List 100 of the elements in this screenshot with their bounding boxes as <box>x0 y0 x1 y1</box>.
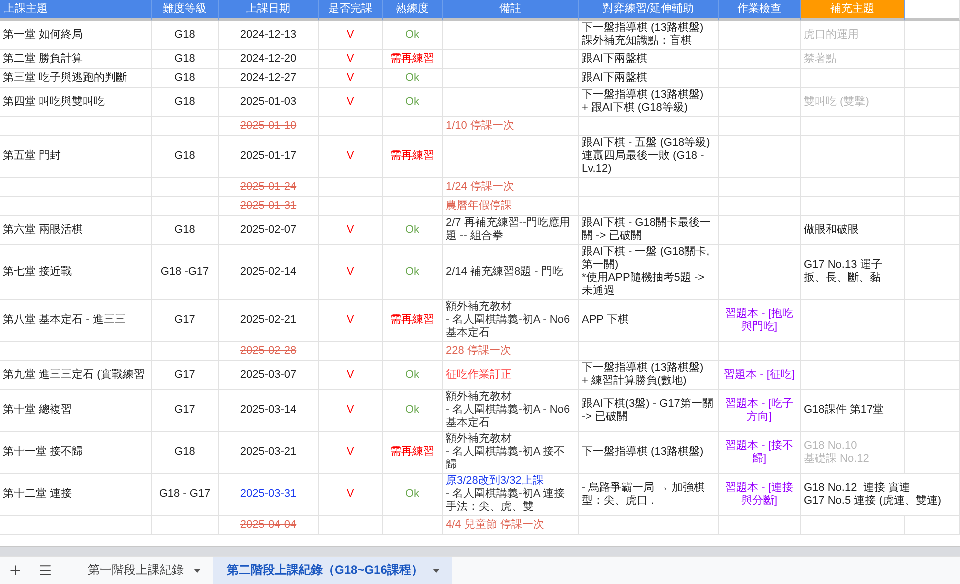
table-cell: 習題本 - [吃子方向] <box>719 390 801 432</box>
table-cell: Ok <box>383 216 443 245</box>
table-cell: 2024-12-20 <box>219 50 319 69</box>
table-cell: 2025-03-31 <box>219 474 319 516</box>
column-header: 對弈練習/延伸輔助 <box>579 0 719 21</box>
empty-cell <box>905 21 960 50</box>
empty-cell <box>905 432 960 474</box>
table-cell: 1/10 停課一次 <box>443 117 579 136</box>
table-cell: 第三堂 吃子與逃跑的判斷 <box>0 69 152 88</box>
table-cell: 雙叫吃 (雙擊) <box>801 88 905 117</box>
table-cell: 2024-12-13 <box>219 21 319 50</box>
table-cell: 第十二堂 連接 <box>0 474 152 516</box>
table-cell: 習題本 - [接不歸] <box>719 432 801 474</box>
table-cell: 2025-03-07 <box>219 361 319 390</box>
empty-cell <box>383 516 443 535</box>
empty-cell <box>383 178 443 197</box>
table-cell: 2025-01-31 <box>219 197 319 216</box>
column-header: 熟練度 <box>383 0 443 21</box>
table-cell: G18 <box>152 216 219 245</box>
empty-cell <box>152 117 219 136</box>
table-cell: V <box>319 88 383 117</box>
table-cell: 228 停課一次 <box>443 342 579 361</box>
table-cell: 第十堂 總複習 <box>0 390 152 432</box>
table-cell: 2025-01-03 <box>219 88 319 117</box>
table-cell: 4/4 兒童節 停課一次 <box>443 516 579 535</box>
table-cell: Ok <box>383 88 443 117</box>
sheet-tab[interactable]: 第二階段上課紀錄（G18~G16課程） <box>213 557 452 584</box>
table-cell: 2025-03-21 <box>219 432 319 474</box>
table-cell: V <box>319 21 383 50</box>
table-cell: V <box>319 361 383 390</box>
table-cell: V <box>319 432 383 474</box>
table-cell: V <box>319 69 383 88</box>
table-cell: 2025-04-04 <box>219 516 319 535</box>
table-cell: 第一堂 如何終局 <box>0 21 152 50</box>
table-cell: 下一盤指導棋 (13路棋盤) 課外補充知識點：盲棋 <box>579 21 719 50</box>
table-cell: 第八堂 基本定石 - 進三三 <box>0 300 152 342</box>
column-header: 備註 <box>443 0 579 21</box>
table-cell: 習題本 - [征吃] <box>719 361 801 390</box>
column-header: 補充主題 <box>801 0 905 21</box>
table-cell: 第五堂 門封 <box>0 136 152 178</box>
table-cell: 第十一堂 接不歸 <box>0 432 152 474</box>
table-cell: Ok <box>383 21 443 50</box>
table-cell: 2/14 補充練習8題 - 門吃 <box>443 245 579 300</box>
table-cell: G18 -G17 <box>152 245 219 300</box>
table-cell: 額外補充教材 - 名人圍棋講義-初A - No6 基本定石 <box>443 390 579 432</box>
table-cell: G18 <box>152 50 219 69</box>
table-cell: 需再練習 <box>383 300 443 342</box>
table-cell: 下一盤指導棋 (13路棋盤) + 跟AI下棋 (G18等級) <box>579 88 719 117</box>
table-cell: V <box>319 390 383 432</box>
table-cell: G18 <box>152 432 219 474</box>
menu-icon <box>38 563 52 578</box>
empty-cell <box>905 197 960 216</box>
sheet-tab[interactable]: 第一階段上課紀錄 <box>74 557 213 584</box>
table-cell: G18 <box>152 69 219 88</box>
table-cell: 2025-03-14 <box>219 390 319 432</box>
empty-cell <box>152 178 219 197</box>
table-cell: 征吃作業訂正 <box>443 361 579 390</box>
empty-cell <box>383 342 443 361</box>
empty-cell <box>905 516 960 535</box>
table-cell: 2025-02-14 <box>219 245 319 300</box>
table-cell: 跟AI下棋(3盤) - G17第一關 -> 已破關 <box>579 390 719 432</box>
column-header: 是否完課 <box>319 0 383 21</box>
table-cell: Ok <box>383 474 443 516</box>
table-cell: G18 - G17 <box>152 474 219 516</box>
empty-cell <box>905 245 960 300</box>
empty-cell <box>383 117 443 136</box>
column-header: 上課日期 <box>219 0 319 21</box>
empty-cell <box>152 342 219 361</box>
table-cell: 需再練習 <box>383 432 443 474</box>
table-cell: G17 <box>152 361 219 390</box>
table-cell: Ok <box>383 245 443 300</box>
table-cell: 跟AI下棋 - 一盤 (G18關卡,第一關) *使用APP隨機抽考5題 -> 未通過 <box>579 245 719 300</box>
table-cell: 做眼和破眼 <box>801 216 905 245</box>
table-cell: 下一盤指導棋 (13路棋盤) <box>579 432 719 474</box>
table-cell: 農曆年假停課 <box>443 197 579 216</box>
empty-cell <box>905 117 960 136</box>
table-cell: 第二堂 勝負計算 <box>0 50 152 69</box>
table-cell: G17 No.13 運子扳、長、斷、黏 <box>801 245 905 300</box>
table-cell: 虎口的運用 <box>801 21 905 50</box>
table-cell: 2024-12-27 <box>219 69 319 88</box>
table-cell: G17 <box>152 390 219 432</box>
table-cell: G18 <box>152 136 219 178</box>
empty-cell <box>905 178 960 197</box>
empty-cell <box>905 88 960 117</box>
table-cell: 2025-01-24 <box>219 178 319 197</box>
table-cell: 2025-02-21 <box>219 300 319 342</box>
empty-cell <box>905 69 960 88</box>
table-cell: 跟AI下棋 - 五盤 (G18等級) 連贏四局最後一敗 (G18 - Lv.12) <box>579 136 719 178</box>
table-cell: Ok <box>383 390 443 432</box>
table-cell: V <box>319 245 383 300</box>
empty-cell <box>152 516 219 535</box>
table-cell: 下一盤指導棋 (13路棋盤) + 練習計算勝負(數地) <box>579 361 719 390</box>
table-cell: 原3/28改到3/32上課 - 名人圍棋講義-初A 連接手法：尖、虎、雙 <box>443 474 579 516</box>
table-cell: 需再練習 <box>383 136 443 178</box>
column-header: 作業檢查 <box>719 0 801 21</box>
column-header: 難度等級 <box>152 0 219 21</box>
table-cell: V <box>319 50 383 69</box>
table-cell: G18課件 第17堂 <box>801 390 905 432</box>
table-cell: 2025-01-10 <box>219 117 319 136</box>
horizontal-scrollbar[interactable] <box>0 546 960 556</box>
